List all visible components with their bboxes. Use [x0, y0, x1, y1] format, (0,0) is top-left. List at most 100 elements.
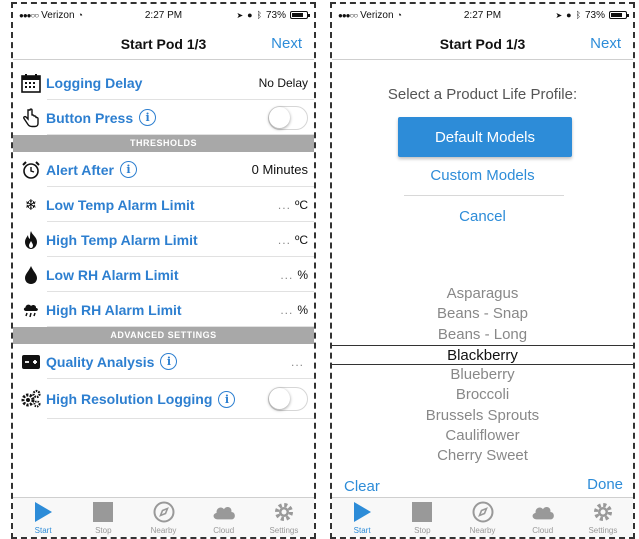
battery-icon — [609, 11, 629, 19]
gear-icon — [272, 500, 296, 524]
cloud-icon — [531, 500, 555, 524]
picker-item[interactable]: Broccoli — [332, 385, 633, 405]
high-res-logging-toggle[interactable] — [268, 387, 308, 411]
bluetooth-icon: ᛒ — [575, 10, 581, 20]
stop-icon — [91, 500, 115, 524]
nav-bar: Start Pod 1/3 Next — [332, 28, 633, 60]
tab-bar: Start Stop Nearby Cloud Settings — [13, 497, 314, 537]
tab-nearby[interactable]: Nearby — [133, 498, 193, 537]
tab-start[interactable]: Start — [13, 498, 73, 537]
section-header-advanced: ADVANCED SETTINGS — [13, 327, 314, 344]
picker-item[interactable]: Brussels Sprouts — [332, 406, 633, 426]
button-press-label: Button Press — [46, 109, 134, 126]
picker-item[interactable]: Cauliflower — [332, 426, 633, 446]
tab-stop[interactable]: Stop — [73, 498, 133, 537]
tab-stop[interactable]: Stop — [392, 498, 452, 537]
high-res-logging-info-icon[interactable]: i — [218, 390, 236, 408]
picker-item[interactable]: Beans - Long — [332, 325, 633, 345]
flame-icon — [19, 228, 43, 252]
alert-after-value: 0 Minutes — [251, 162, 308, 177]
quality-analysis-icon — [19, 350, 43, 374]
picker-item-selected[interactable]: Blackberry — [332, 344, 633, 366]
compass-icon — [471, 500, 495, 524]
battery-percent: 73% — [584, 9, 605, 21]
product-picker[interactable]: Asparagus Beans - Snap Beans - Long Blac… — [332, 284, 633, 467]
low-rh-label: Low RH Alarm Limit — [46, 266, 179, 283]
cloud-icon — [212, 500, 236, 524]
settings-list: Logging Delay No Delay Button Press i TH… — [13, 65, 314, 419]
tab-cloud[interactable]: Cloud — [513, 498, 573, 537]
picker-item[interactable]: Blueberry — [332, 365, 633, 385]
battery-percent: 73% — [265, 9, 286, 21]
alarm-icon: ● — [247, 10, 253, 20]
low-temp-unit: ºC — [294, 197, 308, 212]
rain-cloud-icon — [19, 298, 43, 322]
calendar-icon — [19, 71, 43, 95]
high-temp-label: High Temp Alarm Limit — [46, 231, 198, 248]
done-button[interactable]: Done — [587, 476, 623, 493]
high-temp-value: ... — [277, 232, 291, 247]
logging-delay-value: No Delay — [258, 75, 308, 90]
gear-icon — [591, 500, 615, 524]
high-rh-label: High RH Alarm Limit — [46, 301, 182, 318]
button-press-toggle[interactable] — [268, 105, 308, 130]
status-bar: ●●●○○ Verizon ◔ 2:27 PM ➤ ● ᛒ 73% — [338, 8, 629, 22]
bluetooth-icon: ᛒ — [256, 10, 262, 20]
row-high-temp[interactable]: High Temp Alarm Limit ... ºC — [13, 222, 314, 257]
gears-icon — [19, 387, 43, 411]
logging-delay-label: Logging Delay — [46, 74, 143, 91]
compass-icon — [152, 500, 176, 524]
battery-icon — [290, 11, 310, 19]
snowflake-icon: ❄ — [24, 196, 38, 214]
picker-item[interactable]: Asparagus — [332, 284, 633, 304]
custom-models-button[interactable]: Custom Models — [332, 167, 633, 184]
quality-analysis-value: ... — [290, 354, 304, 369]
water-drop-icon — [19, 263, 43, 287]
profile-prompt: Select a Product Life Profile: — [387, 86, 578, 103]
status-bar: ●●●○○ Verizon ◔ 2:27 PM ➤ ● ᛒ 73% — [19, 8, 310, 22]
pointer-hand-icon — [19, 106, 43, 130]
quality-analysis-info-icon[interactable]: i — [160, 353, 178, 370]
next-button[interactable]: Next — [590, 35, 621, 52]
default-models-button[interactable]: Default Models — [398, 117, 572, 157]
button-press-info-icon[interactable]: i — [139, 109, 157, 126]
row-low-rh[interactable]: Low RH Alarm Limit ...% — [13, 257, 314, 292]
play-icon — [31, 500, 55, 524]
divider — [404, 195, 564, 196]
high-rh-value: ... — [280, 302, 294, 317]
picker-item[interactable]: Cherry Sweet — [332, 446, 633, 466]
high-temp-unit: ºC — [294, 232, 308, 247]
tab-cloud[interactable]: Cloud — [194, 498, 254, 537]
location-icon: ➤ — [555, 10, 563, 20]
tab-nearby[interactable]: Nearby — [452, 498, 512, 537]
low-rh-unit: % — [297, 267, 308, 282]
row-low-temp[interactable]: ❄ Low Temp Alarm Limit ... ºC — [13, 187, 314, 222]
row-button-press: Button Press i — [13, 100, 314, 135]
low-temp-label: Low Temp Alarm Limit — [46, 196, 195, 213]
page-title: Start Pod 1/3 — [439, 35, 526, 52]
alert-after-info-icon[interactable]: i — [119, 161, 137, 178]
picker-item[interactable]: Beans - Snap — [332, 304, 633, 324]
tab-settings[interactable]: Settings — [254, 498, 314, 537]
row-high-rh[interactable]: High RH Alarm Limit ...% — [13, 292, 314, 327]
next-button[interactable]: Next — [271, 35, 302, 52]
high-rh-unit: % — [297, 302, 308, 317]
quality-analysis-label: Quality Analysis — [46, 353, 155, 370]
row-alert-after[interactable]: Alert After i 0 Minutes — [13, 152, 314, 187]
row-high-res-logging: High Resolution Logging i — [13, 379, 314, 419]
page-title: Start Pod 1/3 — [120, 35, 207, 52]
play-icon — [350, 500, 374, 524]
location-icon: ➤ — [236, 10, 244, 20]
row-quality-analysis[interactable]: Quality Analysis i ... — [13, 344, 314, 379]
tab-bar: Start Stop Nearby Cloud Settings — [332, 497, 633, 537]
alarm-icon: ● — [566, 10, 572, 20]
cancel-button[interactable]: Cancel — [332, 208, 633, 225]
row-logging-delay[interactable]: Logging Delay No Delay — [13, 65, 314, 100]
tab-start[interactable]: Start — [332, 498, 392, 537]
clear-button[interactable]: Clear — [344, 478, 380, 495]
tab-settings[interactable]: Settings — [573, 498, 633, 537]
section-header-thresholds: THRESHOLDS — [13, 135, 314, 152]
low-temp-value: ... — [277, 197, 291, 212]
alert-after-label: Alert After — [46, 161, 114, 178]
stop-icon — [410, 500, 434, 524]
